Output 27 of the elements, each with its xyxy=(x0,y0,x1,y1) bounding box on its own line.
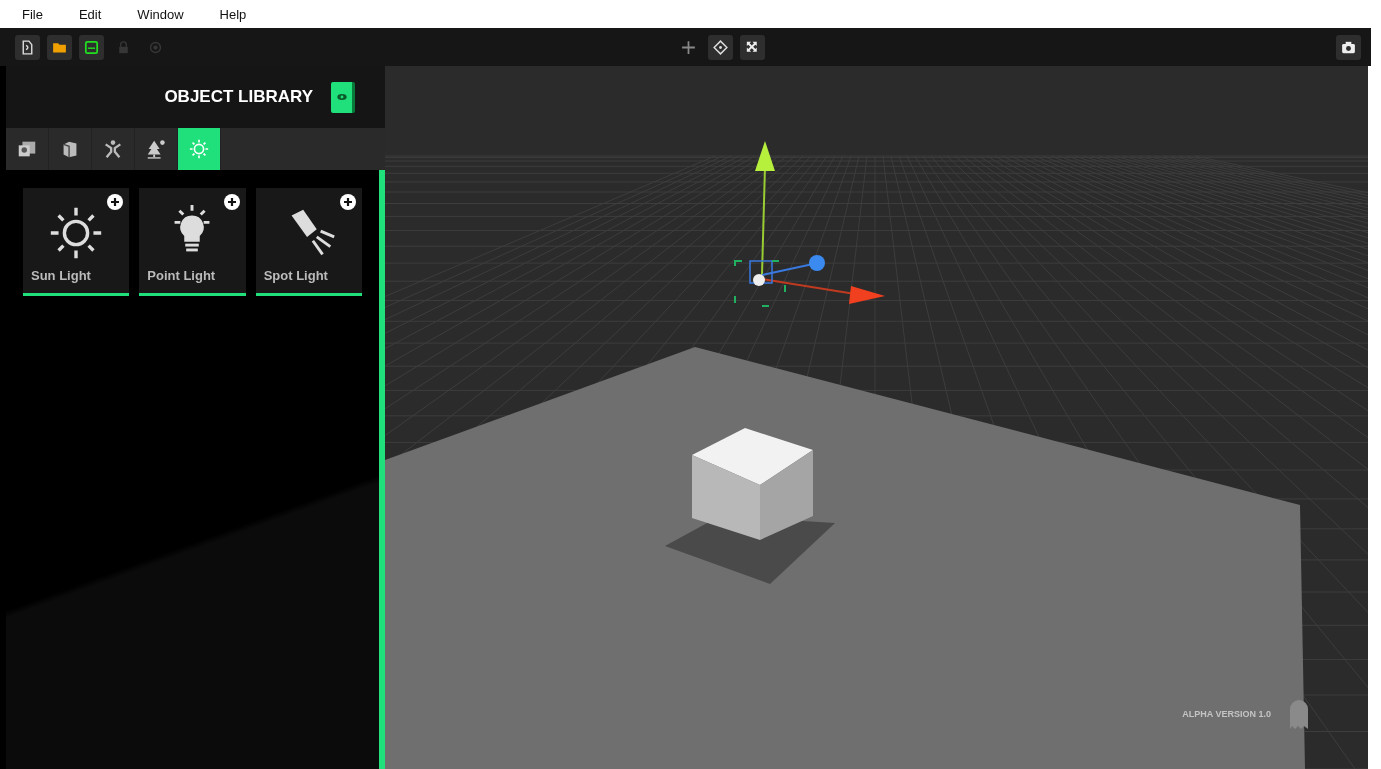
floppy-icon xyxy=(83,38,100,56)
panel-title: OBJECT LIBRARY xyxy=(164,87,313,107)
menu-item[interactable]: Edit xyxy=(78,6,102,22)
figure-icon xyxy=(102,138,124,160)
light-card[interactable]: Sun Light xyxy=(23,188,130,296)
folder-button[interactable] xyxy=(47,34,72,60)
eye-button[interactable] xyxy=(331,81,355,113)
menu-item[interactable]: Help xyxy=(219,6,247,22)
tree-icon xyxy=(145,138,167,160)
cross-arrows-icon xyxy=(679,38,697,56)
plus-icon xyxy=(223,194,240,210)
version-label: ALPHA VERSION 1.0 xyxy=(1182,709,1271,719)
light-card[interactable]: Point Light xyxy=(139,188,246,296)
scale-arrows-tool[interactable] xyxy=(739,34,765,60)
floppy-button[interactable] xyxy=(79,34,104,60)
rotate-diamond-tool[interactable] xyxy=(707,34,733,60)
ghost-icon xyxy=(1288,699,1310,731)
document-button[interactable] xyxy=(15,34,40,60)
sun-icon xyxy=(188,138,210,160)
camera-button[interactable] xyxy=(1336,34,1361,60)
light-card[interactable]: Spot Light xyxy=(255,188,362,296)
menu-item[interactable]: File xyxy=(22,6,43,22)
plus-icon xyxy=(340,194,356,210)
category-tab[interactable] xyxy=(178,128,221,170)
menu-item[interactable]: Window xyxy=(137,6,184,22)
plus-icon xyxy=(107,194,124,210)
rotate-diamond-icon xyxy=(711,38,729,56)
